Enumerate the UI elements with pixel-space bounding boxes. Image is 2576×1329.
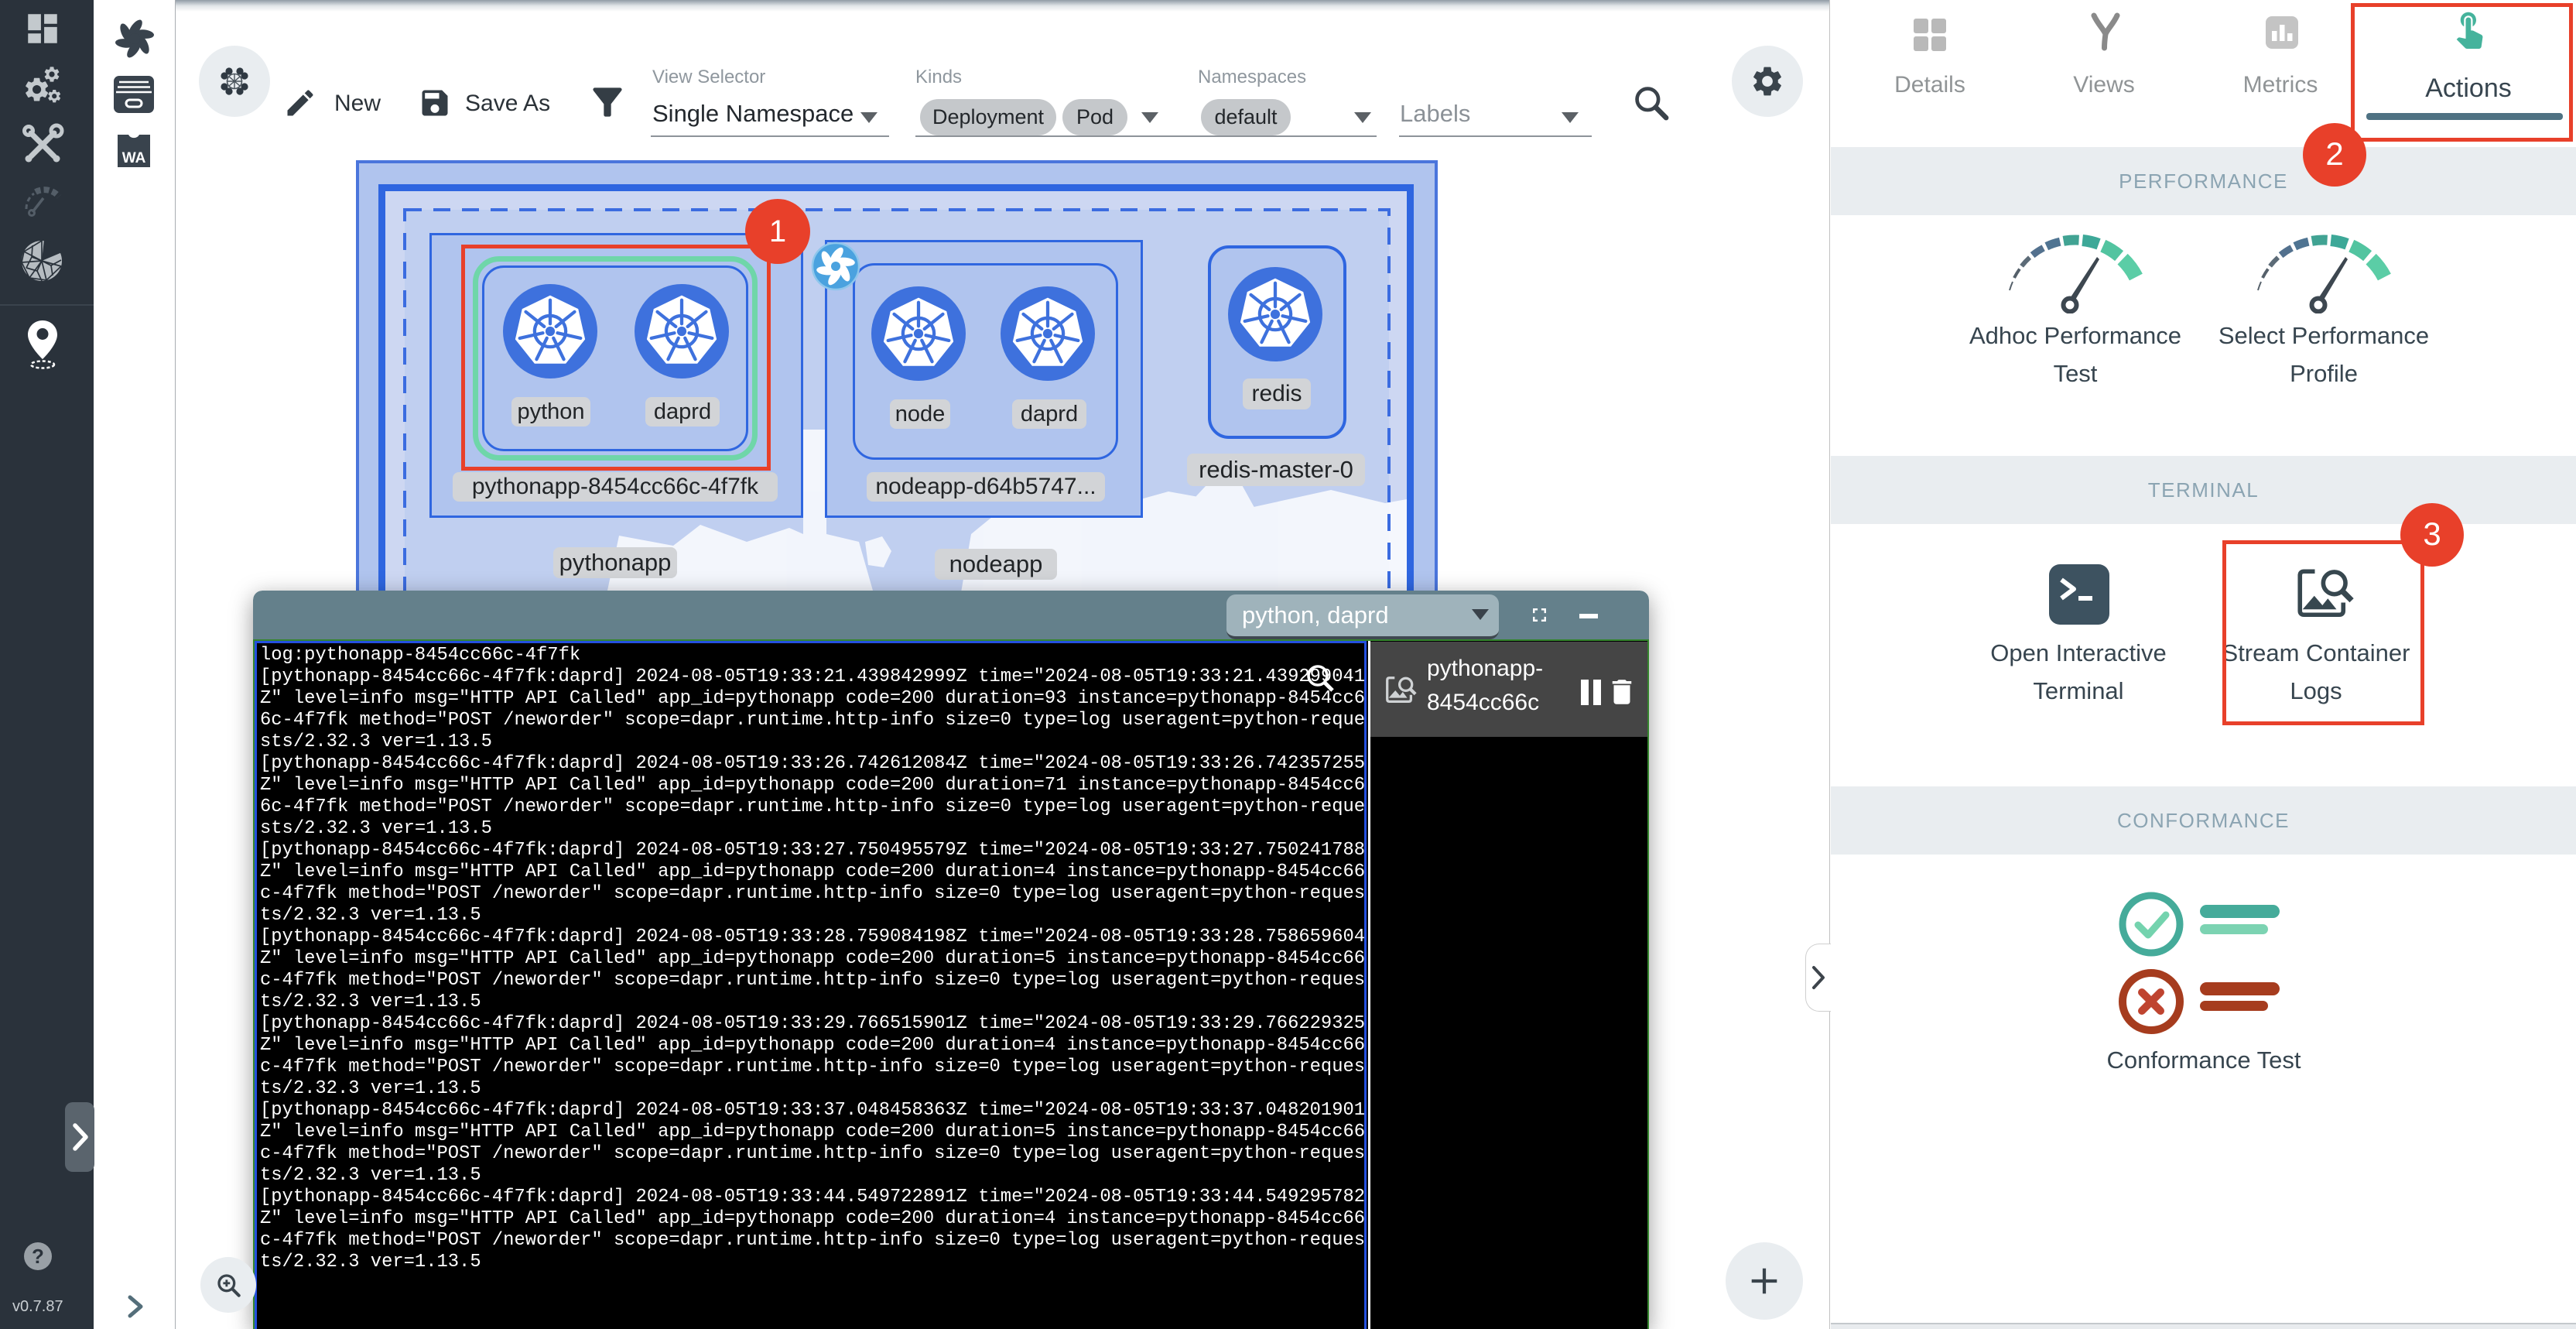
svg-text:WA: WA [122, 150, 146, 166]
